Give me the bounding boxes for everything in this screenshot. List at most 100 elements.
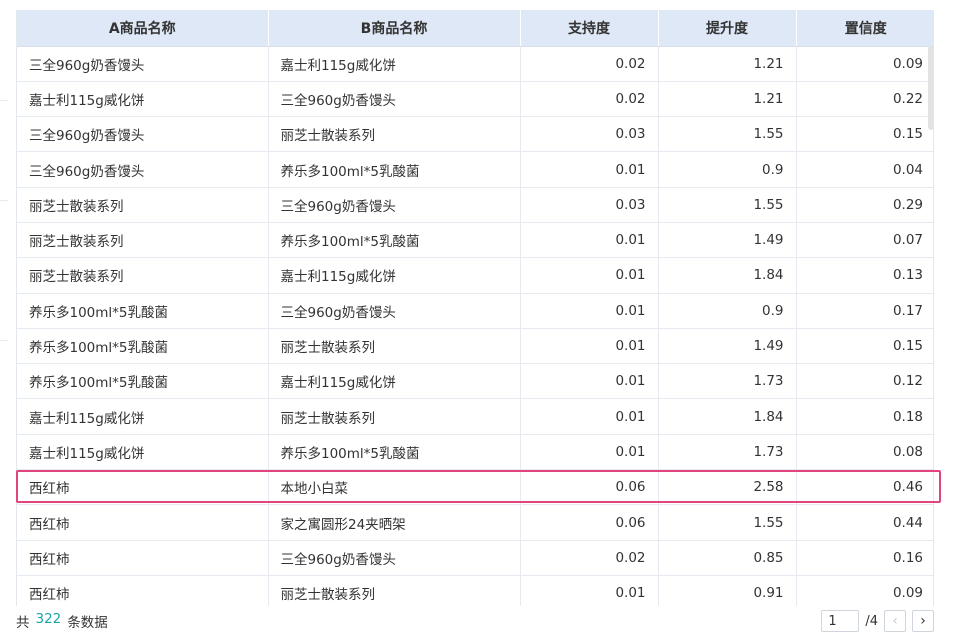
cell-a-product: 西红柿 xyxy=(17,504,269,541)
cell-b-product: 丽芝士散装系列 xyxy=(268,328,521,365)
table-row[interactable]: 西红柿 三全960g奶香馒头 0.02 0.85 0.16 xyxy=(17,540,933,576)
cell-lift: 1.55 xyxy=(658,116,797,153)
table-row[interactable]: 养乐多100ml*5乳酸菌 三全960g奶香馒头 0.01 0.9 0.17 xyxy=(17,293,933,329)
cell-a-product: 嘉士利115g威化饼 xyxy=(17,81,269,118)
cell-lift: 0.9 xyxy=(658,293,797,329)
cell-a-product: 三全960g奶香馒头 xyxy=(17,116,269,153)
cell-confidence: 0.15 xyxy=(796,328,933,365)
cell-a-product: 丽芝士散装系列 xyxy=(17,222,269,259)
cell-confidence: 0.17 xyxy=(796,293,933,329)
cell-support: 0.01 xyxy=(520,328,659,365)
total-count-label: 共 322 条数据 xyxy=(16,611,108,631)
pagination: /4 ‹ › xyxy=(821,610,934,632)
cell-b-product: 三全960g奶香馒头 xyxy=(268,187,521,223)
cell-confidence: 0.04 xyxy=(796,151,933,188)
cell-b-product: 丽芝士散装系列 xyxy=(268,575,521,606)
column-header-b-product[interactable]: B商品名称 xyxy=(268,10,521,47)
table-row[interactable]: 西红柿 丽芝士散装系列 0.01 0.91 0.09 xyxy=(17,575,933,606)
column-header-a-product[interactable]: A商品名称 xyxy=(17,10,269,47)
chevron-right-icon: › xyxy=(920,613,926,629)
cell-support: 0.01 xyxy=(520,398,659,435)
divider xyxy=(0,340,8,341)
cell-support: 0.03 xyxy=(520,116,659,153)
cell-lift: 1.49 xyxy=(658,222,797,259)
table-header-row: A商品名称 B商品名称 支持度 提升度 置信度 xyxy=(17,10,933,47)
cell-lift: 1.73 xyxy=(658,363,797,400)
cell-b-product: 三全960g奶香馒头 xyxy=(268,540,521,576)
table-row[interactable]: 嘉士利115g威化饼 丽芝士散装系列 0.01 1.84 0.18 xyxy=(17,398,933,435)
cell-support: 0.01 xyxy=(520,222,659,259)
cell-support: 0.02 xyxy=(520,46,659,82)
cell-support: 0.03 xyxy=(520,187,659,223)
cell-lift: 1.73 xyxy=(658,434,797,471)
cell-b-product: 三全960g奶香馒头 xyxy=(268,293,521,329)
divider xyxy=(0,200,8,201)
next-page-button[interactable]: › xyxy=(912,610,934,632)
table-row[interactable]: 丽芝士散装系列 三全960g奶香馒头 0.03 1.55 0.29 xyxy=(17,187,933,223)
total-count-value: 322 xyxy=(35,611,62,627)
cell-b-product: 养乐多100ml*5乳酸菌 xyxy=(268,434,521,471)
column-header-confidence[interactable]: 置信度 xyxy=(796,10,933,47)
left-edge-strip xyxy=(0,0,16,640)
cell-a-product: 三全960g奶香馒头 xyxy=(17,46,269,82)
table-body: 三全960g奶香馒头 嘉士利115g威化饼 0.02 1.21 0.09 嘉士利… xyxy=(17,46,933,606)
cell-support: 0.01 xyxy=(520,257,659,294)
cell-lift: 0.85 xyxy=(658,540,797,576)
cell-b-product: 丽芝士散装系列 xyxy=(268,116,521,153)
cell-lift: 2.58 xyxy=(658,469,797,506)
cell-confidence: 0.09 xyxy=(796,46,933,82)
table-row[interactable]: 三全960g奶香馒头 嘉士利115g威化饼 0.02 1.21 0.09 xyxy=(17,46,933,82)
cell-a-product: 丽芝士散装系列 xyxy=(17,257,269,294)
cell-confidence: 0.08 xyxy=(796,434,933,471)
cell-a-product: 丽芝士散装系列 xyxy=(17,187,269,223)
cell-a-product: 三全960g奶香馒头 xyxy=(17,151,269,188)
cell-b-product: 养乐多100ml*5乳酸菌 xyxy=(268,222,521,259)
column-header-lift[interactable]: 提升度 xyxy=(658,10,797,47)
cell-support: 0.01 xyxy=(520,575,659,606)
cell-a-product: 嘉士利115g威化饼 xyxy=(17,398,269,435)
divider xyxy=(0,100,8,101)
association-rules-table: A商品名称 B商品名称 支持度 提升度 置信度 三全960g奶香馒头 嘉士利11… xyxy=(16,10,934,606)
cell-confidence: 0.13 xyxy=(796,257,933,294)
table-row[interactable]: 嘉士利115g威化饼 养乐多100ml*5乳酸菌 0.01 1.73 0.08 xyxy=(17,434,933,471)
cell-b-product: 嘉士利115g威化饼 xyxy=(268,363,521,400)
cell-confidence: 0.09 xyxy=(796,575,933,606)
table-row[interactable]: 丽芝士散装系列 养乐多100ml*5乳酸菌 0.01 1.49 0.07 xyxy=(17,222,933,259)
cell-b-product: 家之寓圆形24夹晒架 xyxy=(268,504,521,541)
cell-lift: 1.49 xyxy=(658,328,797,365)
table-row[interactable]: 丽芝士散装系列 嘉士利115g威化饼 0.01 1.84 0.13 xyxy=(17,257,933,294)
cell-lift: 0.91 xyxy=(658,575,797,606)
total-prefix: 共 xyxy=(16,615,30,631)
total-suffix: 条数据 xyxy=(67,615,108,631)
cell-confidence: 0.46 xyxy=(796,469,933,506)
table-footer: 共 322 条数据 /4 ‹ › xyxy=(16,606,934,636)
table-row-selected[interactable]: 西红柿 本地小白菜 0.06 2.58 0.46 xyxy=(17,469,933,506)
table-row[interactable]: 养乐多100ml*5乳酸菌 嘉士利115g威化饼 0.01 1.73 0.12 xyxy=(17,363,933,400)
prev-page-button[interactable]: ‹ xyxy=(884,610,906,632)
cell-a-product: 西红柿 xyxy=(17,575,269,606)
table-row[interactable]: 西红柿 家之寓圆形24夹晒架 0.06 1.55 0.44 xyxy=(17,504,933,541)
table-row[interactable]: 嘉士利115g威化饼 三全960g奶香馒头 0.02 1.21 0.22 xyxy=(17,81,933,118)
cell-confidence: 0.12 xyxy=(796,363,933,400)
cell-support: 0.06 xyxy=(520,469,659,506)
page-number-input[interactable] xyxy=(821,610,860,632)
cell-confidence: 0.22 xyxy=(796,81,933,118)
page-total-label: /4 xyxy=(865,613,878,629)
cell-a-product: 养乐多100ml*5乳酸菌 xyxy=(17,363,269,400)
chevron-left-icon: ‹ xyxy=(892,613,898,629)
cell-lift: 1.21 xyxy=(658,81,797,118)
table-scrollbar-thumb[interactable] xyxy=(928,46,934,130)
cell-b-product: 三全960g奶香馒头 xyxy=(268,81,521,118)
cell-lift: 1.55 xyxy=(658,504,797,541)
cell-lift: 1.55 xyxy=(658,187,797,223)
table-row[interactable]: 三全960g奶香馒头 丽芝士散装系列 0.03 1.55 0.15 xyxy=(17,116,933,153)
column-header-support[interactable]: 支持度 xyxy=(520,10,659,47)
cell-b-product: 嘉士利115g威化饼 xyxy=(268,46,521,82)
cell-b-product: 嘉士利115g威化饼 xyxy=(268,257,521,294)
table-row[interactable]: 三全960g奶香馒头 养乐多100ml*5乳酸菌 0.01 0.9 0.04 xyxy=(17,151,933,188)
cell-support: 0.01 xyxy=(520,434,659,471)
cell-b-product: 本地小白菜 xyxy=(268,469,521,506)
table-row[interactable]: 养乐多100ml*5乳酸菌 丽芝士散装系列 0.01 1.49 0.15 xyxy=(17,328,933,365)
cell-lift: 1.21 xyxy=(658,46,797,82)
cell-support: 0.01 xyxy=(520,363,659,400)
